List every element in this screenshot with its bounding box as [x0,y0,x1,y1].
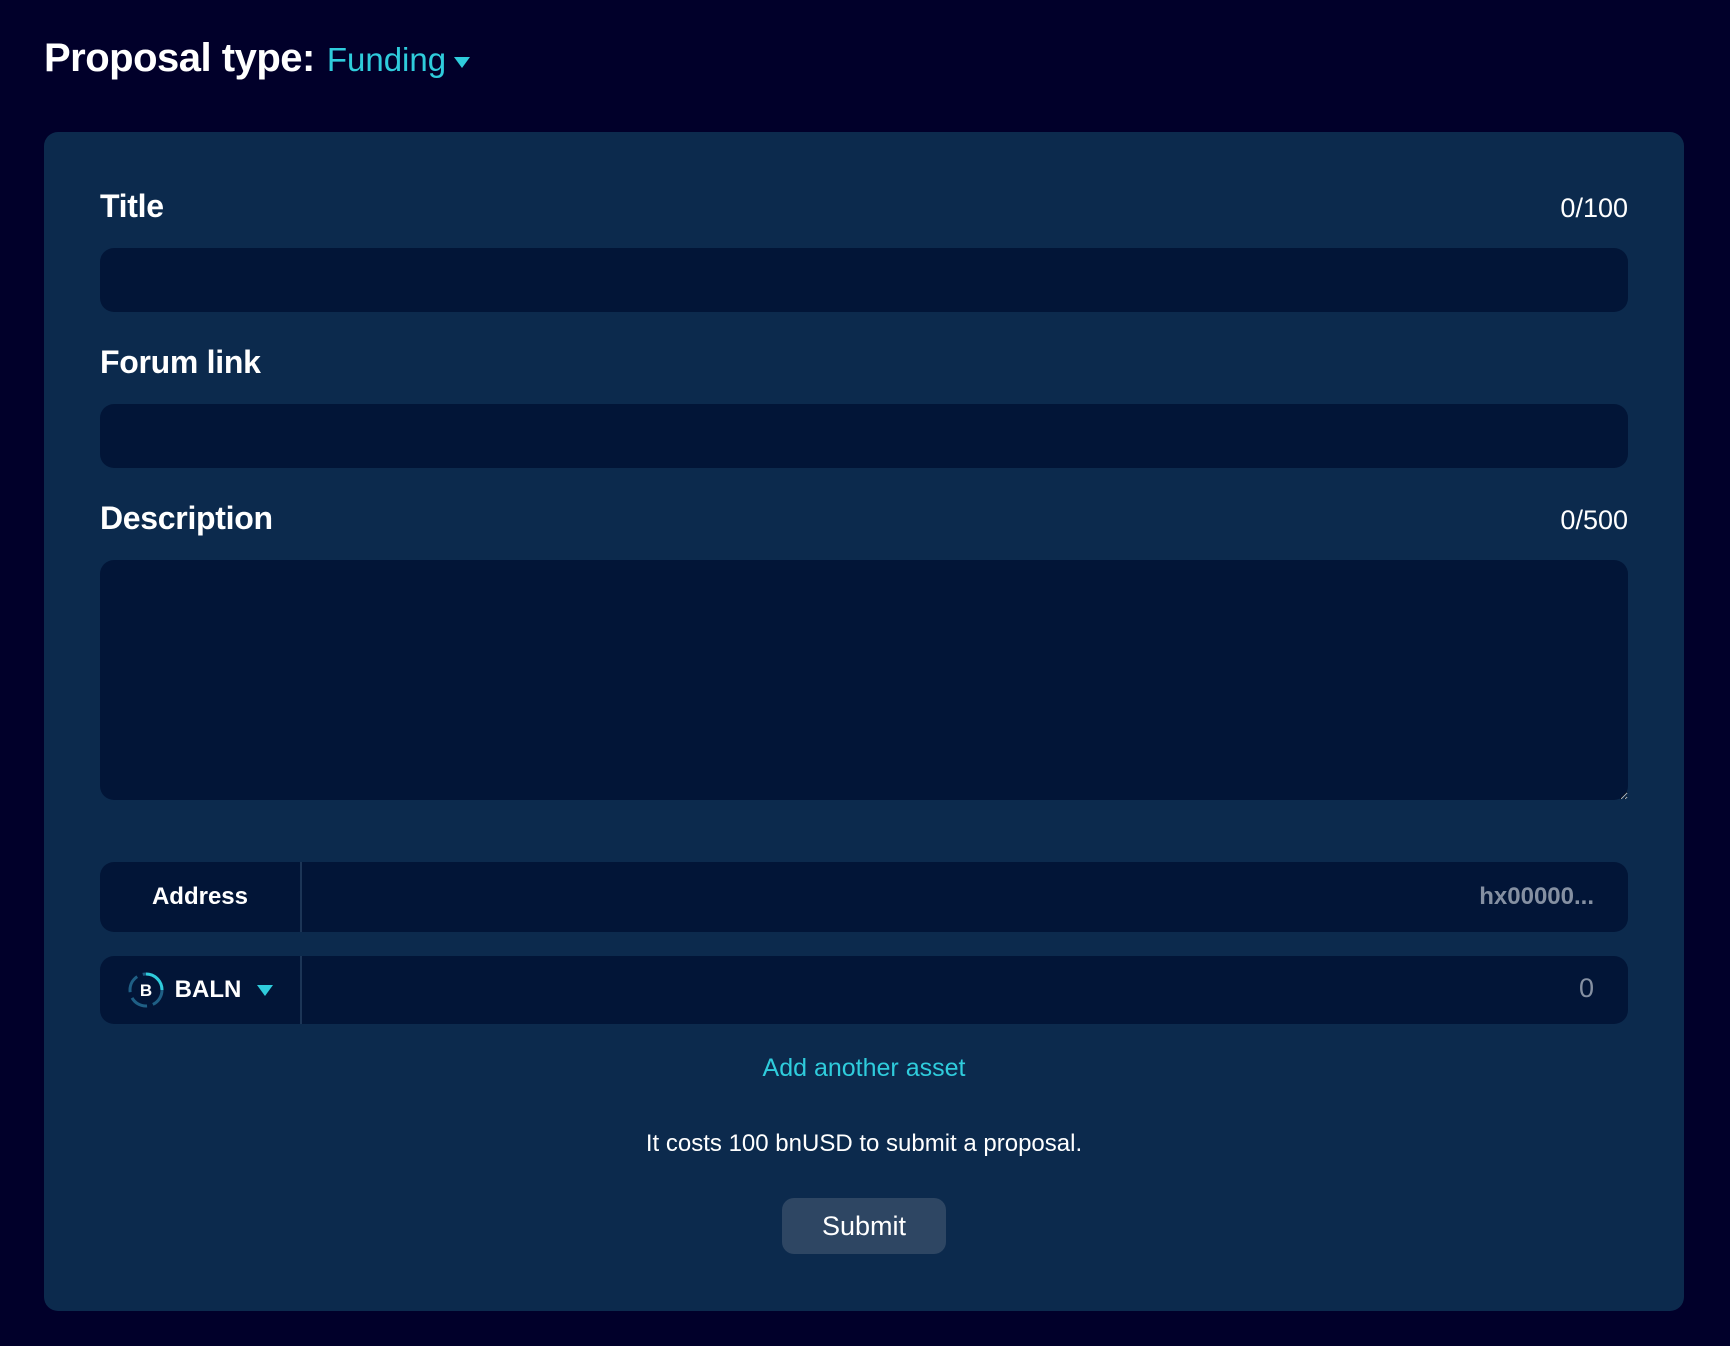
page-title: Proposal type: [44,36,315,80]
asset-amount-input[interactable] [302,956,1628,1024]
proposal-form-card: Title 0/100 Forum link Description 0/500… [44,132,1684,1311]
caret-down-icon [257,984,274,996]
description-char-counter: 0/500 [1560,505,1628,535]
address-input[interactable] [302,862,1628,932]
token-symbol: BALN [174,976,242,1003]
title-char-counter: 0/100 [1560,193,1628,223]
title-label: Title [100,188,164,224]
title-label-row: Title 0/100 [100,188,1628,225]
token-icon-letter: B [140,981,152,1000]
asset-row: B BALN [100,956,1628,1024]
cost-note: It costs 100 bnUSD to submit a proposal. [645,1130,1083,1157]
proposal-type-header: Proposal type: Funding [44,36,471,81]
address-row: Address [100,862,1628,932]
description-textarea[interactable] [100,560,1628,800]
description-label-row: Description 0/500 [100,500,1628,537]
page: Proposal type: Funding Title 0/100 Forum… [0,0,1730,1346]
forum-link-label-row: Forum link [100,344,1628,381]
proposal-type-value: Funding [326,41,447,78]
title-input[interactable] [100,248,1628,312]
forum-link-label: Forum link [100,344,261,380]
token-selector[interactable]: B BALN [100,956,302,1024]
forum-link-input[interactable] [100,404,1628,468]
add-another-asset-link[interactable]: Add another asset [44,1054,1684,1083]
address-label: Address [100,862,302,932]
submit-button[interactable]: Submit [782,1198,946,1254]
caret-down-icon [454,56,471,68]
description-label: Description [100,500,273,536]
proposal-type-dropdown[interactable]: Funding [326,41,471,79]
baln-token-icon: B [128,972,164,1008]
